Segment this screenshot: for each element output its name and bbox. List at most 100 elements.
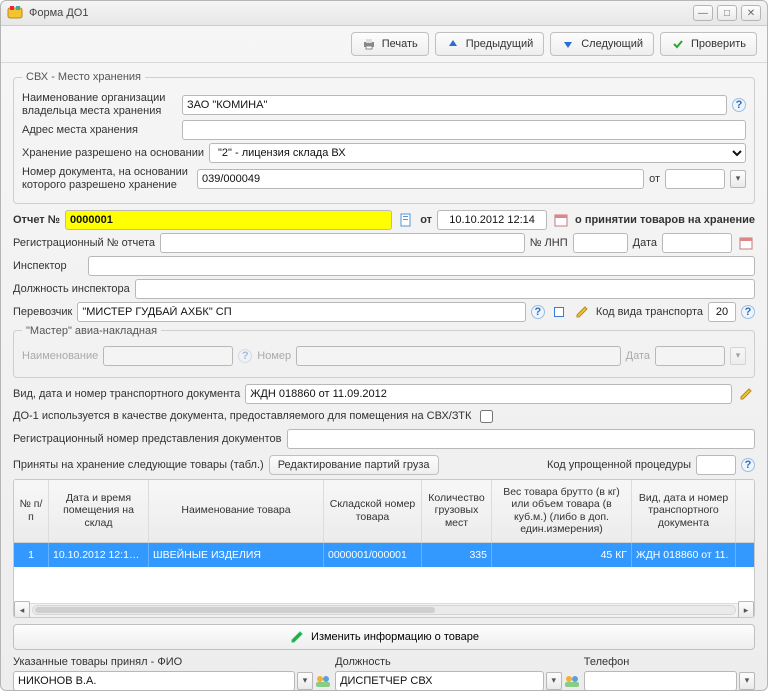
th-sku[interactable]: Складской номер товара [324, 480, 422, 542]
master-num-label: Номер [257, 350, 291, 362]
scroll-right-icon[interactable]: ▸ [738, 601, 754, 618]
scroll-thumb[interactable] [35, 607, 435, 613]
master-group: "Мастер" авиа-накладная Наименование ? Н… [13, 325, 755, 378]
chevron-down-icon[interactable]: ▾ [546, 672, 562, 690]
arrow-down-icon [561, 37, 575, 51]
edit-batches-button[interactable]: Редактирование партий груза [269, 455, 439, 475]
transdoc-input[interactable] [245, 384, 732, 404]
master-date-input [655, 346, 725, 366]
edit-icon[interactable] [737, 385, 755, 403]
maximize-button[interactable]: □ [717, 5, 737, 21]
help-icon[interactable]: ? [741, 458, 755, 472]
docnum-input[interactable] [197, 169, 644, 189]
book-icon[interactable] [550, 303, 568, 321]
titlebar: Форма ДО1 — □ ✕ [1, 1, 767, 26]
transport-code-input[interactable] [708, 302, 736, 322]
minimize-button[interactable]: — [693, 5, 713, 21]
edit-icon[interactable] [573, 303, 591, 321]
svh-group: СВХ - Место хранения Наименование органи… [13, 71, 755, 204]
th-transdoc[interactable]: Вид, дата и номер транспортного документ… [632, 480, 736, 542]
master-legend: "Мастер" авиа-накладная [22, 325, 161, 337]
addr-label: Адрес места хранения [22, 124, 177, 136]
proc-code-input[interactable] [696, 455, 736, 475]
th-name[interactable]: Наименование товара [149, 480, 324, 542]
inspector-input[interactable] [88, 256, 755, 276]
check-label: Проверить [691, 38, 746, 50]
reg-label: Регистрационный № отчета [13, 237, 155, 249]
help-icon[interactable]: ? [732, 98, 746, 112]
th-weight[interactable]: Вес товара брутто (в кг) или объем товар… [492, 480, 632, 542]
report-suffix: о принятии товаров на хранение [575, 214, 755, 226]
th-datetime[interactable]: Дата и время помещения на склад [49, 480, 149, 542]
print-label: Печать [382, 38, 418, 50]
do1-checkbox[interactable] [480, 410, 493, 423]
report-number-input[interactable] [65, 210, 392, 230]
master-name-label: Наименование [22, 350, 98, 362]
th-places[interactable]: Количество грузовых мест [422, 480, 492, 542]
h-scrollbar[interactable]: ◂ ▸ [14, 603, 754, 617]
chevron-down-icon[interactable]: ▾ [739, 672, 755, 690]
help-icon[interactable]: ? [741, 305, 755, 319]
edit-product-info-button[interactable]: Изменить информацию о товаре [13, 624, 755, 650]
inspector-pos-input[interactable] [135, 279, 755, 299]
chevron-down-icon[interactable]: ▾ [297, 672, 313, 690]
prev-label: Предыдущий [466, 38, 533, 50]
doc-number-icon[interactable] [397, 211, 415, 229]
inspector-pos-label: Должность инспектора [13, 283, 130, 295]
next-button[interactable]: Следующий [550, 32, 654, 56]
addr-input[interactable] [182, 120, 746, 140]
report-date-input[interactable] [437, 210, 547, 230]
table-row[interactable]: 1 10.10.2012 12:14:00 ШВЕЙНЫЕ ИЗДЕЛИЯ 00… [14, 543, 754, 567]
reg-input[interactable] [160, 233, 525, 253]
do1-doc-label: ДО-1 используется в качестве документа, … [13, 410, 471, 422]
th-num[interactable]: № п/п [14, 480, 49, 542]
edit-batches-label: Редактирование партий груза [278, 459, 430, 471]
date2-label: Дата [633, 237, 657, 249]
calendar-icon: ▾ [730, 347, 746, 365]
scroll-track[interactable] [32, 605, 736, 615]
print-button[interactable]: Печать [351, 32, 429, 56]
printer-icon [362, 37, 376, 51]
calendar-icon[interactable] [737, 234, 755, 252]
basis-label: Хранение разрешено на основании [22, 147, 204, 159]
position-input[interactable] [335, 671, 544, 690]
window: Форма ДО1 — □ ✕ Печать Предыдущий Следую… [0, 0, 768, 691]
window-buttons: — □ ✕ [693, 5, 761, 21]
close-button[interactable]: ✕ [741, 5, 761, 21]
regnum-input[interactable] [287, 429, 755, 449]
carrier-label: Перевозчик [13, 306, 72, 318]
calendar-icon[interactable] [552, 211, 570, 229]
date2-input[interactable] [662, 233, 732, 253]
arrow-up-icon [446, 37, 460, 51]
calendar-icon[interactable]: ▾ [730, 170, 746, 188]
accepted-by-input[interactable] [13, 671, 295, 690]
carrier-input[interactable] [77, 302, 525, 322]
phone-input[interactable] [584, 671, 737, 690]
accepted-by-label: Указанные товары принял - ФИО [13, 656, 331, 668]
proc-code-label: Код упрощенной процедуры [547, 459, 691, 471]
prev-button[interactable]: Предыдущий [435, 32, 544, 56]
next-label: Следующий [581, 38, 643, 50]
master-num-input [296, 346, 621, 366]
docnum-from-input[interactable] [665, 169, 725, 189]
basis-select[interactable]: "2" - лицензия склада ВХ [209, 143, 746, 163]
help-icon[interactable]: ? [531, 305, 545, 319]
position-label: Должность [335, 656, 580, 668]
phone-label: Телефон [584, 656, 755, 668]
report-from-label: от [420, 214, 432, 226]
svh-legend: СВХ - Место хранения [22, 71, 145, 83]
report-label: Отчет № [13, 214, 60, 226]
org-label: Наименование организации владельца места… [22, 92, 177, 117]
goods-table: № п/п Дата и время помещения на склад На… [13, 479, 755, 618]
check-icon [671, 37, 685, 51]
table-empty-area [14, 567, 754, 603]
people-icon[interactable] [315, 673, 331, 689]
check-button[interactable]: Проверить [660, 32, 757, 56]
scroll-left-icon[interactable]: ◂ [14, 601, 30, 618]
people-icon[interactable] [564, 673, 580, 689]
goods-accepted-label: Приняты на хранение следующие товары (та… [13, 459, 264, 471]
docnum-from-label: от [649, 173, 660, 185]
lnp-input[interactable] [573, 233, 628, 253]
toolbar: Печать Предыдущий Следующий Проверить [1, 26, 767, 63]
org-input[interactable] [182, 95, 727, 115]
